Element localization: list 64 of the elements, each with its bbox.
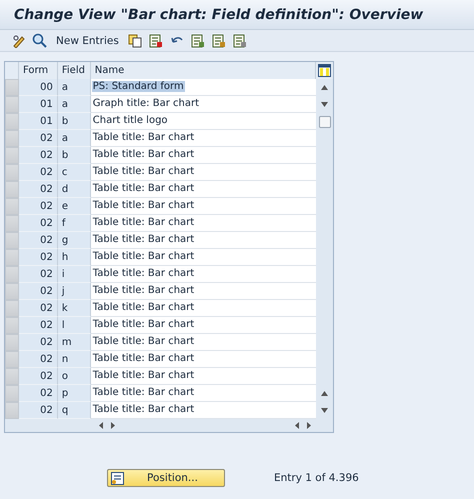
table-cell: e <box>58 198 91 215</box>
table-cell: b <box>58 113 91 130</box>
table-cell: 02 <box>18 283 58 300</box>
table-cell: l <box>58 317 91 334</box>
table-cell: m <box>58 334 91 351</box>
table-cell: Table title: Bar chart <box>92 217 196 228</box>
table-cell: Table title: Bar chart <box>92 200 196 211</box>
table-cell: Table title: Bar chart <box>92 353 196 364</box>
table-cell: b <box>58 147 91 164</box>
table-cell: q <box>58 402 91 419</box>
table-cell: Chart title logo <box>92 115 169 126</box>
table-cell: Table title: Bar chart <box>92 387 196 398</box>
table-cell: n <box>58 351 91 368</box>
table-cell: 02 <box>18 130 58 147</box>
table-cell: Table title: Bar chart <box>92 319 196 330</box>
table-cell: 01 <box>18 113 58 130</box>
table-cell: a <box>58 130 91 147</box>
table-cell: Table title: Bar chart <box>92 251 196 262</box>
selected-text: PS: Standard form <box>92 81 185 92</box>
table-cell: 02 <box>18 317 58 334</box>
table-cell: 02 <box>18 266 58 283</box>
table-cell: 02 <box>18 198 58 215</box>
table-cell: a <box>58 79 91 96</box>
table-cell: Table title: Bar chart <box>92 183 196 194</box>
position-button[interactable]: Position... <box>107 469 225 487</box>
table-cell: h <box>58 249 91 266</box>
new-entries-button[interactable]: New Entries <box>52 34 123 46</box>
table-cell: d <box>58 181 91 198</box>
table-cell: 02 <box>18 164 58 181</box>
entry-count: Entry 1 of 4.396 <box>274 472 359 484</box>
table-cell: Table title: Bar chart <box>92 285 196 296</box>
table-cell: c <box>58 164 91 181</box>
table-cell: o <box>58 368 91 385</box>
table-cell: Table title: Bar chart <box>92 132 196 143</box>
table-cell: f <box>58 215 91 232</box>
table-cell: 02 <box>18 215 58 232</box>
table-cell: Table title: Bar chart <box>92 166 196 177</box>
table-cell: 02 <box>18 147 58 164</box>
table-cell: 02 <box>18 249 58 266</box>
table-cell: i <box>58 266 91 283</box>
table-cell: Table title: Bar chart <box>92 234 196 245</box>
table-cell: 02 <box>18 232 58 249</box>
table-cell: 02 <box>18 181 58 198</box>
table-cell: 02 <box>18 385 58 402</box>
table-cell: k <box>58 300 91 317</box>
table-cell: p <box>58 385 91 402</box>
table-cell: Table title: Bar chart <box>92 370 196 381</box>
table-cell: Table title: Bar chart <box>92 149 196 160</box>
table-cell: 00 <box>18 79 58 96</box>
table-cell: g <box>58 232 91 249</box>
table-cell: 02 <box>18 334 58 351</box>
table-cell: Table title: Bar chart <box>92 302 196 313</box>
table-cell: Table title: Bar chart <box>92 336 196 347</box>
table-cell: a <box>58 96 91 113</box>
table-cell: Table title: Bar chart <box>92 268 196 279</box>
table-cell: 02 <box>18 368 58 385</box>
window-title: Change View "Bar chart: Field definition": Overview <box>14 6 424 22</box>
table-cell: 01 <box>18 96 58 113</box>
table-cell: j <box>58 283 91 300</box>
table-cell: Graph title: Bar chart <box>92 98 200 109</box>
table-cell: 02 <box>18 300 58 317</box>
table-cell: 02 <box>18 402 58 419</box>
table-cell: Table title: Bar chart <box>92 404 196 415</box>
table-cell: 02 <box>18 351 58 368</box>
